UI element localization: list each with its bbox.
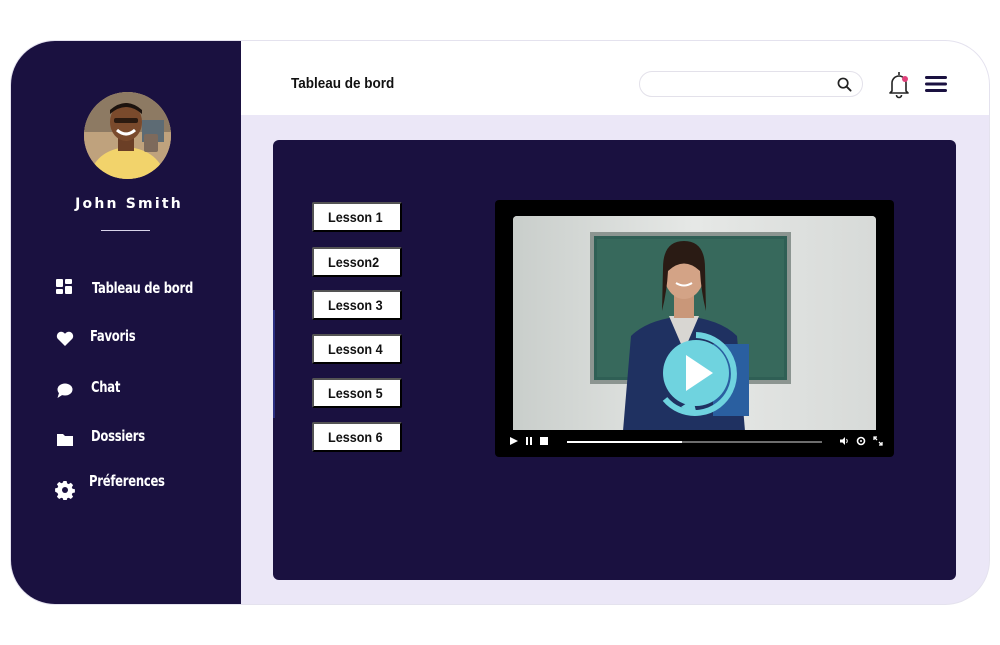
- video-player[interactable]: [495, 200, 894, 457]
- sidebar: John Smith Tableau de bord Favoris Chat: [11, 41, 241, 604]
- sidebar-item-favoris[interactable]: Favoris: [55, 327, 225, 353]
- folder-icon: [57, 434, 73, 446]
- seek-bar[interactable]: [567, 441, 822, 443]
- sidebar-item-label: Chat: [91, 378, 121, 396]
- stop-icon[interactable]: [539, 436, 549, 446]
- sidebar-item-dossiers[interactable]: Dossiers: [55, 427, 225, 453]
- lesson-button-3[interactable]: Lesson 3: [312, 290, 402, 320]
- lesson-label: Lesson 1: [328, 209, 383, 225]
- notification-dot: [902, 76, 908, 82]
- sidebar-item-tableau-de-bord[interactable]: Tableau de bord: [55, 279, 225, 305]
- play-icon[interactable]: [509, 436, 519, 446]
- panel-accent-line: [273, 310, 275, 418]
- lesson-label: Lesson 6: [328, 429, 383, 445]
- avatar[interactable]: [84, 92, 171, 179]
- dashboard-icon: [56, 279, 72, 294]
- lesson-label: Lesson 3: [328, 297, 383, 313]
- lesson-button-6[interactable]: Lesson 6: [312, 422, 402, 452]
- page-title: Tableau de bord: [291, 75, 395, 92]
- top-bar: Tableau de bord: [241, 41, 989, 115]
- player-controls: [495, 432, 894, 452]
- lesson-label: Lesson2: [328, 254, 380, 270]
- seek-bar-progress: [567, 441, 682, 443]
- lesson-button-5[interactable]: Lesson 5: [312, 378, 402, 408]
- sidebar-item-preferences[interactable]: Préferences: [55, 472, 225, 500]
- lesson-button-4[interactable]: Lesson 4: [312, 334, 402, 364]
- chat-icon: [57, 383, 73, 398]
- sidebar-item-label: Préferences: [89, 472, 165, 490]
- video-frame[interactable]: [513, 216, 876, 431]
- heart-icon: [56, 331, 74, 346]
- lesson-label: Lesson 5: [328, 385, 383, 401]
- fullscreen-icon[interactable]: [873, 436, 883, 446]
- sidebar-item-label: Favoris: [90, 327, 136, 345]
- lesson-button-1[interactable]: Lesson 1: [312, 202, 402, 232]
- gear-icon: [55, 481, 75, 500]
- lesson-panel: Lesson 1 Lesson2 Lesson 3 Lesson 4 Lesso…: [273, 140, 956, 580]
- sidebar-item-label: Tableau de bord: [92, 279, 194, 297]
- bell-icon[interactable]: [888, 71, 910, 99]
- search-bar[interactable]: [639, 71, 863, 97]
- settings-icon[interactable]: [856, 436, 866, 446]
- profile-divider: [101, 230, 150, 231]
- big-play-button[interactable]: [653, 331, 739, 419]
- app-window: John Smith Tableau de bord Favoris Chat: [11, 41, 989, 604]
- pause-icon[interactable]: [524, 436, 534, 446]
- sidebar-item-label: Dossiers: [91, 427, 145, 445]
- volume-icon[interactable]: [839, 436, 849, 446]
- search-icon[interactable]: [837, 77, 852, 92]
- search-input[interactable]: [652, 75, 832, 93]
- lesson-button-2[interactable]: Lesson2: [312, 247, 402, 277]
- profile-name: John Smith: [75, 196, 183, 212]
- hamburger-menu-icon[interactable]: [925, 75, 947, 93]
- sidebar-item-chat[interactable]: Chat: [55, 378, 225, 404]
- lesson-label: Lesson 4: [328, 341, 383, 357]
